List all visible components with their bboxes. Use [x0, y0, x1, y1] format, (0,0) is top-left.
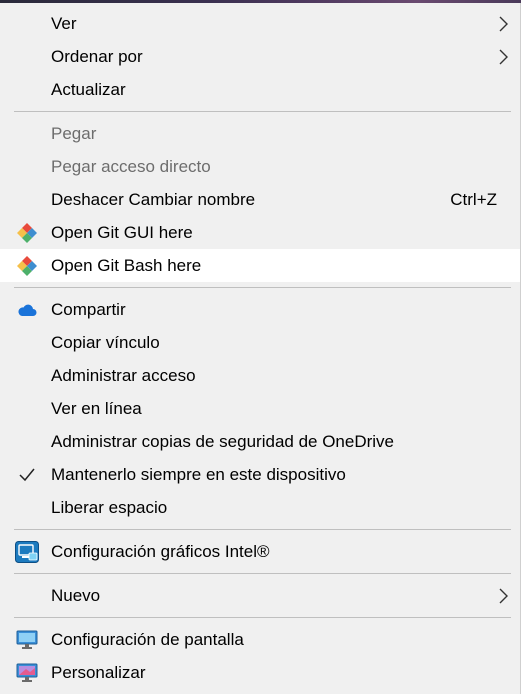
menu-item-label: Copiar vínculo — [51, 332, 160, 352]
menu-item-label: Liberar espacio — [51, 497, 168, 517]
menu-item-label: Pegar — [51, 123, 97, 143]
menu-separator — [14, 287, 511, 288]
menu-separator — [14, 529, 511, 530]
menu-item-liberar-espacio[interactable]: Liberar espacio — [0, 491, 520, 524]
menu-item-label: Pegar acceso directo — [51, 156, 211, 176]
menu-item-pegar-acceso-directo[interactable]: Pegar acceso directo — [0, 150, 520, 183]
menu-item-ver[interactable]: Ver — [0, 7, 520, 40]
menu-item-open-git-gui[interactable]: Open Git GUI here — [0, 216, 520, 249]
menu-item-label: Administrar acceso — [51, 365, 196, 385]
menu-item-label: Deshacer Cambiar nombre — [51, 189, 256, 209]
display-icon — [15, 628, 39, 652]
menu-item-label: Ver — [51, 13, 77, 33]
menu-item-label: Open Git GUI here — [51, 222, 193, 242]
menu-item-intel-graphics[interactable]: Configuración gráficos Intel® — [0, 535, 520, 568]
menu-item-label: Compartir — [51, 299, 126, 319]
menu-item-mantenerlo-siempre[interactable]: Mantenerlo siempre en este dispositivo — [0, 458, 520, 491]
menu-item-label: Personalizar — [51, 662, 146, 682]
menu-item-label: Administrar copias de seguridad de OneDr… — [51, 431, 395, 451]
git-icon — [15, 221, 39, 245]
chevron-right-icon — [499, 49, 508, 64]
menu-item-label: Ordenar por — [51, 46, 143, 66]
menu-item-deshacer[interactable]: Deshacer Cambiar nombre Ctrl+Z — [0, 183, 520, 216]
menu-separator — [14, 617, 511, 618]
menu-item-label: Nuevo — [51, 585, 101, 605]
menu-item-label: Configuración gráficos Intel® — [51, 541, 270, 561]
git-icon — [15, 254, 39, 278]
menu-separator — [14, 573, 511, 574]
menu-item-label: Ver en línea — [51, 398, 142, 418]
shortcut-label: Ctrl+Z — [450, 189, 497, 209]
menu-item-compartir[interactable]: Compartir — [0, 293, 520, 326]
chevron-right-icon — [499, 588, 508, 603]
personalize-icon — [15, 661, 39, 685]
menu-separator — [14, 111, 511, 112]
menu-item-label: Configuración de pantalla — [51, 629, 244, 649]
menu-item-label: Actualizar — [51, 79, 126, 99]
desktop-context-menu: Ver Ordenar por Actualizar Pegar Pegar a… — [0, 3, 521, 694]
menu-item-personalizar[interactable]: Personalizar — [0, 656, 520, 689]
menu-item-actualizar[interactable]: Actualizar — [0, 73, 520, 106]
menu-item-copiar-vinculo[interactable]: Copiar vínculo — [0, 326, 520, 359]
intel-graphics-icon — [15, 540, 39, 564]
menu-item-nuevo[interactable]: Nuevo — [0, 579, 520, 612]
menu-item-label: Open Git Bash here — [51, 255, 202, 275]
menu-item-ordenar-por[interactable]: Ordenar por — [0, 40, 520, 73]
menu-item-pegar[interactable]: Pegar — [0, 117, 520, 150]
onedrive-cloud-icon — [15, 298, 39, 322]
menu-item-configuracion-pantalla[interactable]: Configuración de pantalla — [0, 623, 520, 656]
checkmark-icon — [15, 463, 39, 487]
menu-item-open-git-bash[interactable]: Open Git Bash here — [0, 249, 520, 282]
menu-item-label: Mantenerlo siempre en este dispositivo — [51, 464, 346, 484]
menu-item-ver-en-linea[interactable]: Ver en línea — [0, 392, 520, 425]
chevron-right-icon — [499, 16, 508, 31]
menu-item-administrar-acceso[interactable]: Administrar acceso — [0, 359, 520, 392]
menu-item-administrar-copias[interactable]: Administrar copias de seguridad de OneDr… — [0, 425, 520, 458]
